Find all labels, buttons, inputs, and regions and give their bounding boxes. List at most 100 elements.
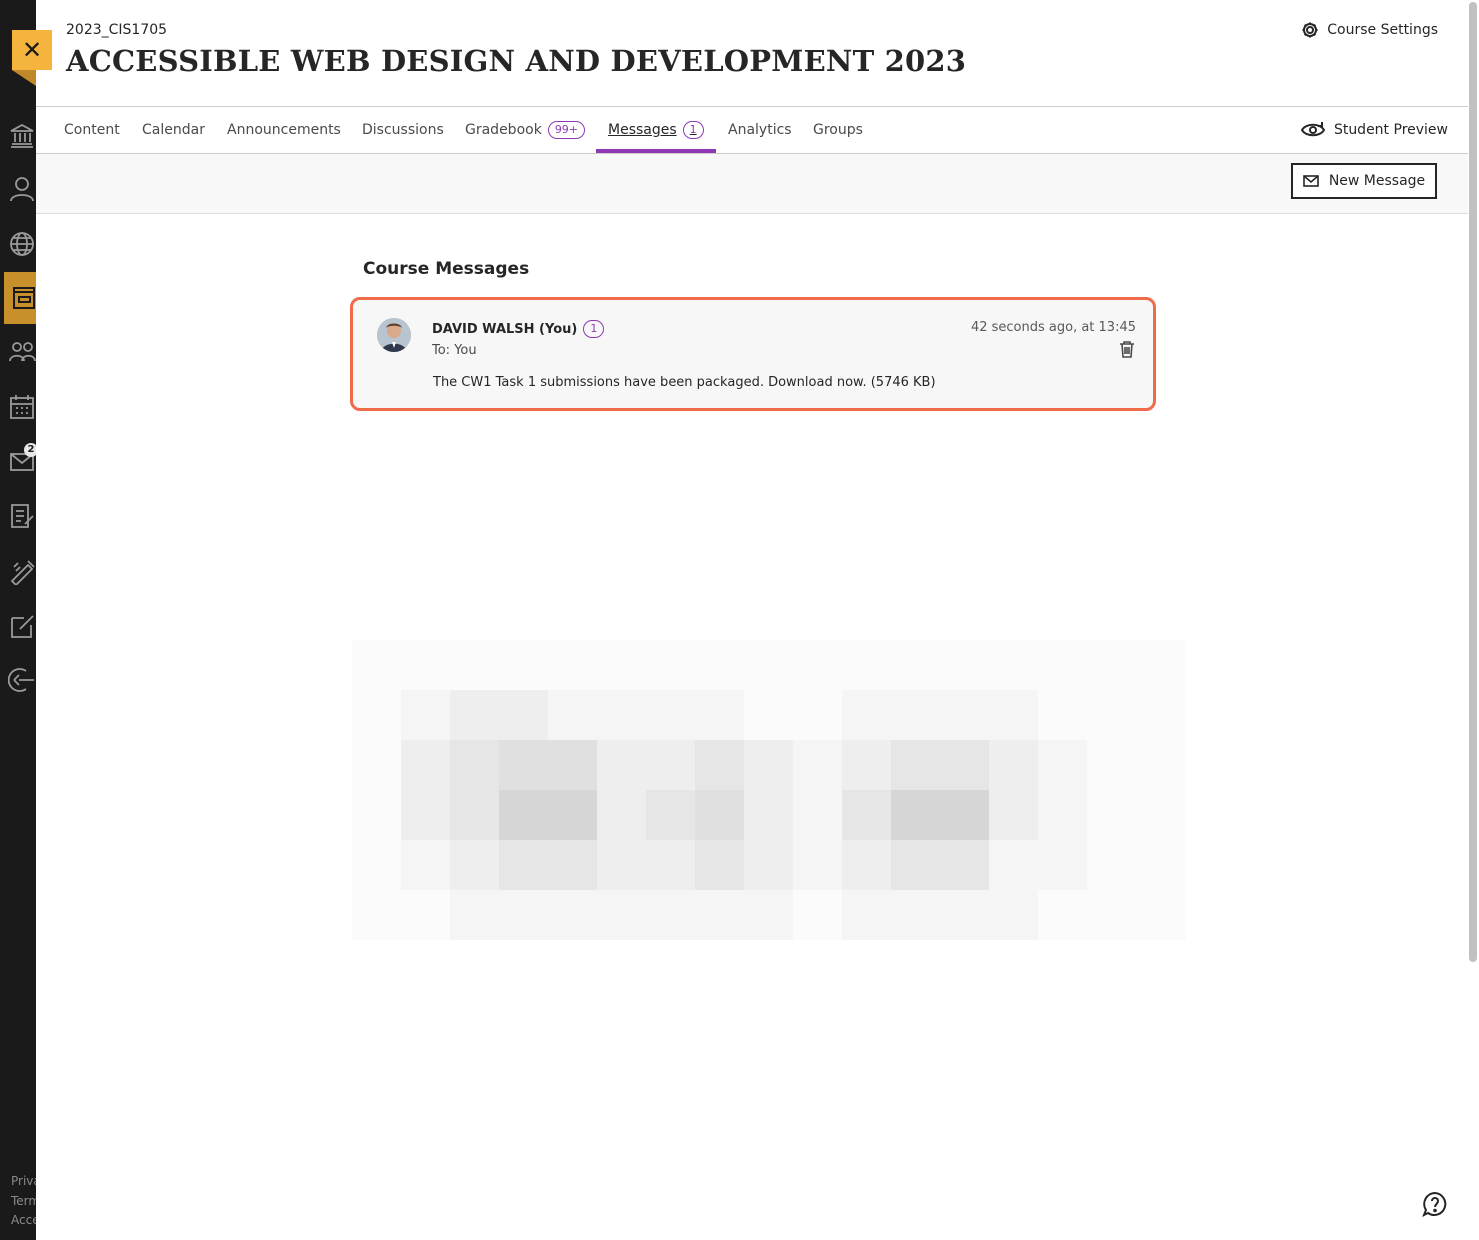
placeholder-block bbox=[695, 640, 745, 690]
tab-analytics[interactable]: Analytics bbox=[728, 107, 792, 153]
placeholder-block bbox=[450, 690, 500, 740]
placeholder-block bbox=[646, 640, 696, 690]
messages-count-badge: 1 bbox=[682, 121, 704, 139]
globe-icon[interactable] bbox=[8, 230, 36, 258]
placeholder-block bbox=[646, 790, 696, 840]
placeholder-block bbox=[695, 690, 745, 740]
placeholder-block bbox=[1087, 640, 1137, 690]
placeholder-block bbox=[352, 890, 402, 940]
placeholder-block bbox=[1136, 740, 1186, 790]
accessibility-link[interactable]: Acce bbox=[11, 1213, 36, 1227]
envelope-icon bbox=[1303, 175, 1319, 187]
institution-icon[interactable] bbox=[8, 121, 36, 149]
placeholder-block bbox=[940, 640, 990, 690]
student-preview-button[interactable]: Student Preview bbox=[1300, 107, 1448, 153]
placeholder-block bbox=[499, 890, 549, 940]
tab-groups[interactable]: Groups bbox=[813, 107, 863, 153]
placeholder-block bbox=[842, 840, 892, 890]
placeholder-block bbox=[499, 690, 549, 740]
messages-count-badge: 2 bbox=[24, 443, 36, 457]
tab-label: Gradebook bbox=[465, 122, 542, 138]
placeholder-block bbox=[499, 740, 549, 790]
placeholder-block bbox=[793, 740, 843, 790]
placeholder-block bbox=[352, 690, 402, 740]
grades-icon[interactable] bbox=[8, 502, 36, 530]
placeholder-block bbox=[401, 640, 451, 690]
placeholder-block bbox=[793, 890, 843, 940]
tab-label: Content bbox=[64, 122, 120, 138]
placeholder-block bbox=[891, 740, 941, 790]
placeholder-block bbox=[548, 640, 598, 690]
messages-toolbar: New Message bbox=[36, 154, 1468, 214]
placeholder-block bbox=[1038, 790, 1088, 840]
placeholder-block bbox=[499, 840, 549, 890]
placeholder-block bbox=[744, 640, 794, 690]
tab-messages[interactable]: Messages 1 bbox=[608, 107, 704, 153]
placeholder-block bbox=[548, 740, 598, 790]
placeholder-block bbox=[940, 790, 990, 840]
placeholder-block bbox=[1087, 690, 1137, 740]
placeholder-block bbox=[1087, 740, 1137, 790]
help-icon[interactable] bbox=[1422, 1191, 1448, 1218]
placeholder-block bbox=[1038, 640, 1088, 690]
sender-name: DAVID WALSH (You) bbox=[432, 321, 578, 337]
placeholder-block bbox=[842, 690, 892, 740]
placeholder-block bbox=[842, 740, 892, 790]
courses-icon[interactable] bbox=[8, 284, 36, 312]
placeholder-block bbox=[597, 790, 647, 840]
placeholder-block bbox=[940, 740, 990, 790]
placeholder-block bbox=[401, 740, 451, 790]
placeholder-block bbox=[597, 890, 647, 940]
eye-refresh-icon bbox=[1300, 122, 1326, 137]
placeholder-block bbox=[401, 840, 451, 890]
course-code: 2023_CIS1705 bbox=[66, 22, 168, 38]
course-panel: 2023_CIS1705 ACCESSIBLE WEB DESIGN AND D… bbox=[36, 0, 1468, 1240]
tools-icon[interactable] bbox=[8, 557, 36, 587]
placeholder-block bbox=[597, 640, 647, 690]
tab-announcements[interactable]: Announcements bbox=[227, 107, 341, 153]
new-message-button[interactable]: New Message bbox=[1291, 163, 1437, 199]
placeholder-block bbox=[352, 790, 402, 840]
placeholder-block bbox=[548, 890, 598, 940]
course-settings-button[interactable]: Course Settings bbox=[1301, 21, 1438, 39]
placeholder-block bbox=[989, 690, 1039, 740]
close-tab-fold bbox=[12, 70, 36, 86]
tab-discussions[interactable]: Discussions bbox=[362, 107, 444, 153]
organizations-icon[interactable] bbox=[8, 339, 36, 367]
placeholder-block bbox=[940, 890, 990, 940]
placeholder-block bbox=[695, 790, 745, 840]
message-recipient: To: You bbox=[432, 343, 477, 358]
message-timestamp: 42 seconds ago, at 13:45 bbox=[970, 320, 1136, 335]
trash-icon[interactable] bbox=[1118, 340, 1136, 358]
placeholder-block bbox=[744, 790, 794, 840]
tab-calendar[interactable]: Calendar bbox=[142, 107, 205, 153]
edit-icon[interactable] bbox=[8, 612, 36, 640]
calendar-icon[interactable] bbox=[8, 393, 36, 421]
sign-out-icon[interactable] bbox=[7, 666, 36, 694]
student-preview-label: Student Preview bbox=[1333, 122, 1448, 138]
message-sender: DAVID WALSH (You) 1 bbox=[432, 320, 605, 338]
tab-gradebook[interactable]: Gradebook 99+ bbox=[465, 107, 586, 153]
placeholder-block bbox=[401, 890, 451, 940]
scrollbar-thumb[interactable] bbox=[1469, 2, 1477, 962]
tab-content[interactable]: Content bbox=[64, 107, 120, 153]
placeholder-block bbox=[793, 840, 843, 890]
placeholder-block bbox=[450, 790, 500, 840]
tab-label: Groups bbox=[813, 122, 863, 138]
placeholder-block bbox=[646, 890, 696, 940]
placeholder-block bbox=[989, 640, 1039, 690]
placeholder-block bbox=[744, 740, 794, 790]
placeholder-block bbox=[401, 790, 451, 840]
placeholder-block bbox=[646, 740, 696, 790]
tab-label: Messages bbox=[608, 122, 677, 138]
gradebook-count-badge: 99+ bbox=[547, 121, 586, 139]
profile-icon[interactable] bbox=[8, 175, 36, 203]
placeholder-block bbox=[891, 640, 941, 690]
placeholder-block bbox=[695, 740, 745, 790]
placeholder-block bbox=[352, 840, 402, 890]
privacy-link[interactable]: Priva bbox=[11, 1174, 36, 1188]
close-icon[interactable]: ✕ bbox=[12, 30, 52, 70]
terms-link[interactable]: Term bbox=[11, 1194, 36, 1208]
message-row[interactable]: DAVID WALSH (You) 1 To: You 42 seconds a… bbox=[350, 297, 1156, 411]
placeholder-block bbox=[940, 690, 990, 740]
